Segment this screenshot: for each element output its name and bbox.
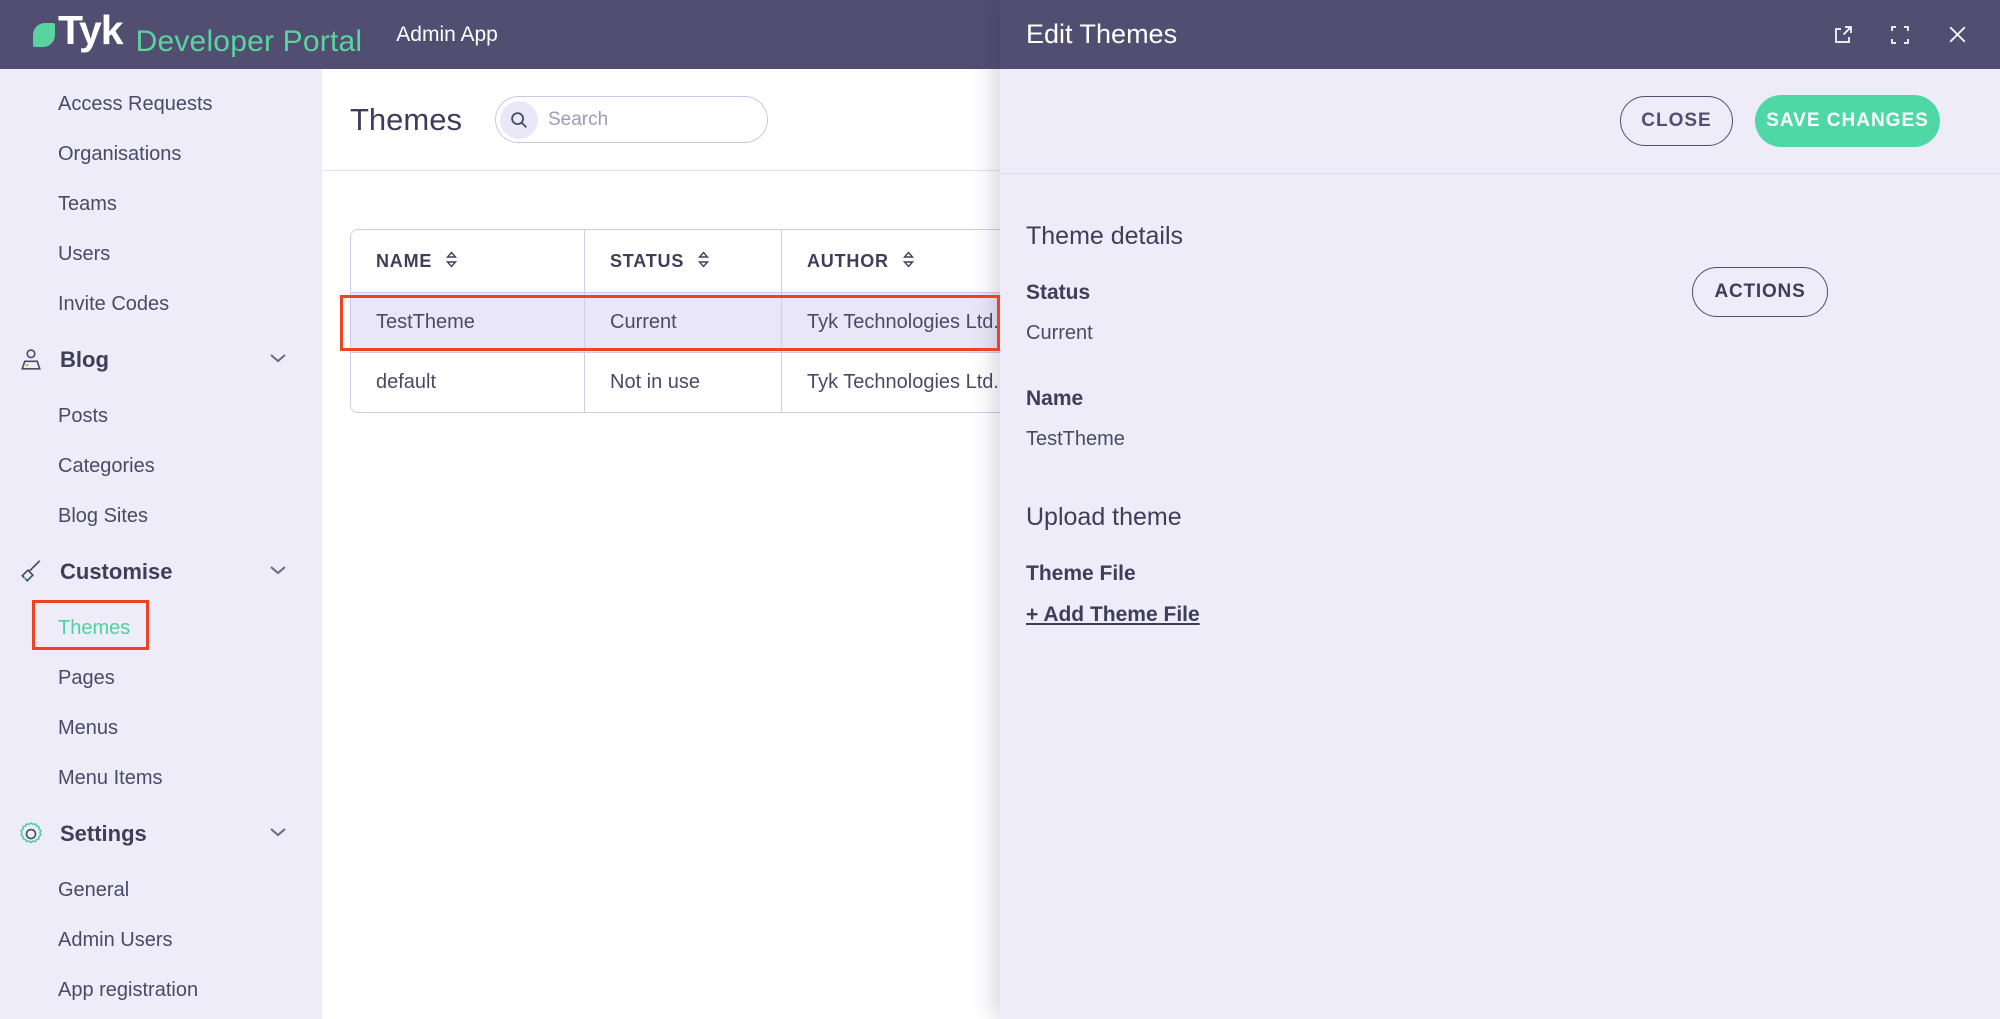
spacer — [1026, 345, 1940, 387]
close-button[interactable]: CLOSE — [1620, 96, 1733, 146]
sidebar-item-posts[interactable]: Posts — [0, 391, 322, 441]
sidebar-item-menu-items[interactable]: Menu Items — [0, 753, 322, 803]
sidebar-item-teams[interactable]: Teams — [0, 179, 322, 229]
spacer — [1026, 451, 1940, 503]
drawer-title: Edit Themes — [1026, 19, 1831, 50]
sidebar-item-invite-codes[interactable]: Invite Codes — [0, 279, 322, 329]
edit-themes-drawer: Edit Themes — [1000, 0, 2000, 1019]
column-header-status[interactable]: STATUS — [585, 230, 782, 293]
sidebar-item-label: Menus — [58, 717, 118, 740]
theme-file-field: Theme File + Add Theme File — [1026, 562, 1940, 627]
sort-icon[interactable] — [445, 251, 458, 273]
column-header-name[interactable]: NAME — [351, 230, 585, 293]
expand-icon[interactable] — [1888, 23, 1912, 47]
chevron-down-icon[interactable] — [268, 563, 288, 581]
save-changes-button[interactable]: SAVE CHANGES — [1755, 95, 1940, 147]
sidebar-group-label: Customise — [60, 559, 172, 585]
drawer-body: Theme details Status Current ACTIONS Nam… — [1000, 174, 2000, 1019]
sidebar-item-label: App registration — [58, 979, 198, 1002]
sidebar-item-label: Categories — [58, 455, 155, 478]
sidebar-item-pages[interactable]: Pages — [0, 653, 322, 703]
sidebar-item-label: Admin Users — [58, 929, 172, 952]
sidebar-item-access-requests[interactable]: Access Requests — [0, 79, 322, 129]
theme-file-label: Theme File — [1026, 562, 1940, 586]
page-title: Themes — [350, 102, 462, 138]
sidebar-item-blog-sites[interactable]: Blog Sites — [0, 491, 322, 541]
tyk-logo-icon: Tyk — [33, 10, 123, 51]
sidebar-item-label: Users — [58, 243, 110, 266]
sidebar-item-label: Posts — [58, 405, 108, 428]
sidebar-item-general[interactable]: General — [0, 865, 322, 915]
external-link-icon[interactable] — [1831, 23, 1855, 47]
sidebar-item-label: Access Requests — [58, 93, 213, 116]
app-root: Tyk Developer Portal Admin App Access Re… — [0, 0, 2000, 1019]
sort-icon[interactable] — [697, 251, 710, 273]
sidebar-item-admin-users[interactable]: Admin Users — [0, 915, 322, 965]
cell-name: default — [351, 353, 585, 412]
sidebar-group-label: Blog — [60, 347, 109, 373]
chevron-down-icon[interactable] — [268, 825, 288, 843]
status-value: Current — [1026, 322, 1093, 345]
upload-theme-heading: Upload theme — [1026, 503, 1940, 532]
cell-name: TestTheme — [351, 293, 585, 353]
sidebar-item-organisations[interactable]: Organisations — [0, 129, 322, 179]
search-box[interactable] — [495, 96, 768, 143]
theme-details-heading: Theme details — [1026, 222, 1940, 251]
search-icon — [500, 101, 538, 139]
gear-icon — [14, 817, 48, 851]
name-label: Name — [1026, 387, 1940, 411]
sidebar-group-label: Settings — [60, 821, 147, 847]
sidebar: Access Requests Organisations Teams User… — [0, 69, 322, 1019]
name-value: TestTheme — [1026, 428, 1940, 451]
blog-icon — [14, 343, 48, 377]
sidebar-item-label: Organisations — [58, 143, 181, 166]
add-theme-file-link[interactable]: + Add Theme File — [1026, 603, 1200, 627]
drawer-action-bar: CLOSE SAVE CHANGES — [1000, 69, 2000, 174]
brand-logo[interactable]: Tyk Developer Portal — [33, 10, 362, 59]
logo-subtitle: Developer Portal — [136, 25, 363, 59]
logo-wordmark: Tyk — [58, 10, 123, 51]
sidebar-item-label: Themes — [58, 617, 130, 640]
sidebar-item-app-registration[interactable]: App registration — [0, 965, 322, 1015]
close-icon[interactable] — [1945, 22, 1970, 47]
sidebar-item-label: Blog Sites — [58, 505, 148, 528]
cell-status: Not in use — [585, 353, 782, 412]
column-header-label: STATUS — [610, 251, 684, 271]
sidebar-group-settings[interactable]: Settings — [0, 803, 322, 865]
status-row: Status Current ACTIONS — [1026, 281, 1940, 345]
admin-app-label: Admin App — [396, 23, 498, 47]
status-label: Status — [1026, 281, 1093, 305]
sidebar-item-categories[interactable]: Categories — [0, 441, 322, 491]
brush-icon — [14, 555, 48, 589]
sidebar-item-menus[interactable]: Menus — [0, 703, 322, 753]
sidebar-group-customise[interactable]: Customise — [0, 541, 322, 603]
column-header-label: NAME — [376, 251, 432, 271]
sidebar-item-themes[interactable]: Themes — [0, 603, 322, 653]
sidebar-item-label: General — [58, 879, 129, 902]
sidebar-item-label: Invite Codes — [58, 293, 169, 316]
sidebar-item-users[interactable]: Users — [0, 229, 322, 279]
name-field: Name TestTheme — [1026, 387, 1940, 451]
drawer-header: Edit Themes — [1000, 0, 2000, 69]
leaf-icon — [33, 23, 55, 47]
sort-icon[interactable] — [902, 251, 915, 273]
column-header-label: AUTHOR — [807, 251, 889, 271]
sidebar-item-label: Pages — [58, 667, 115, 690]
actions-button[interactable]: ACTIONS — [1692, 267, 1828, 317]
sidebar-group-blog[interactable]: Blog — [0, 329, 322, 391]
cell-status: Current — [585, 293, 782, 353]
sidebar-item-label: Menu Items — [58, 767, 162, 790]
sidebar-item-label: Teams — [58, 193, 117, 216]
drawer-header-icons — [1831, 22, 1970, 47]
status-field: Status Current — [1026, 281, 1093, 345]
chevron-down-icon[interactable] — [268, 351, 288, 369]
search-input[interactable] — [548, 109, 748, 131]
